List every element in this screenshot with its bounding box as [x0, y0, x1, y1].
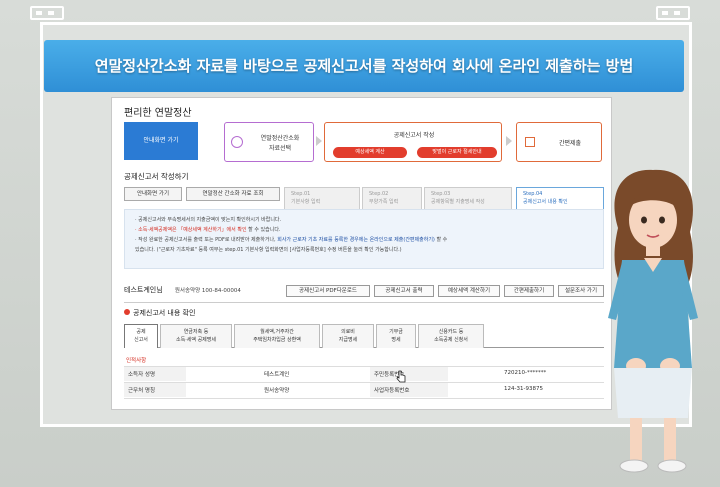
lookup-button[interactable]: 연말정산 간소화 자료 조회	[186, 187, 280, 201]
user-info: 테스트계인님 원서송약양 100-84-00004	[124, 285, 241, 295]
notice-line-3-blue: 회사가 근로자 기초 자료를 등록한 경우에는 온라인으로 제출(간편제출하기)	[277, 237, 435, 243]
step-label: 부양가족 입력	[369, 199, 399, 205]
flow-step-write[interactable]: 공제신고서 작성 예상세액 계산 맞벌이 근로자 절세안내	[324, 122, 502, 162]
step-tab-2[interactable]: Step.02 부양가족 입력	[362, 187, 422, 209]
personal-info-title: 인적사항	[126, 358, 147, 364]
cell-label: 소득자 성명	[124, 367, 186, 381]
notice-line-3-end: 할 수	[436, 237, 448, 243]
table-row	[124, 398, 604, 409]
step-num: Step.01	[291, 191, 311, 197]
check-icon	[231, 136, 243, 148]
app-title: 편리한 연말정산	[124, 108, 192, 119]
flow-step-select-line1: 연말정산간소화	[260, 135, 300, 142]
cell-value: 124-31-93875	[504, 386, 543, 392]
table-row: 근무처 명칭 원서송약양 사업자등록번호 124-31-93875	[124, 382, 604, 397]
flow-step-submit-title: 간편제출	[558, 140, 582, 147]
step-tab-3[interactable]: Step.03 공제항목별 지출명세 작성	[424, 187, 512, 209]
arrow-icon	[506, 136, 512, 146]
start-guide-button[interactable]: 안내화면 가기	[124, 122, 198, 160]
notice-line-2-red: · 소득·세액공제액은 「예상세액 계산하기」에서 확인	[135, 227, 247, 233]
section-title: 공제신고서 작성하기	[124, 172, 189, 181]
step-label: 공제항목별 지출명세 작성	[431, 199, 485, 205]
presenter-character	[608, 169, 698, 473]
confirm-title-text: 공제신고서 내용 확인	[133, 309, 196, 317]
flow-step-select[interactable]: 연말정산간소화 자료선택	[224, 122, 314, 162]
hand-cursor-icon	[396, 370, 406, 383]
cell-label: 사업자등록번호	[370, 383, 448, 397]
company-info: 원서송약양 100-84-00004	[174, 288, 241, 294]
tab-medical[interactable]: 의료비지급명세	[322, 324, 374, 348]
submit-icon	[525, 137, 535, 147]
notice-box: · 공제신고서와 부속명세서의 지출금액이 맞는지 확인하시기 바랍니다. · …	[124, 209, 604, 269]
tab-donation[interactable]: 기부금명세	[376, 324, 416, 348]
flow-step-write-title: 공제신고서 작성	[393, 132, 435, 139]
step-label: 공제신고서 내용 확인	[523, 199, 568, 205]
flow-step-submit[interactable]: 간편제출	[516, 122, 602, 162]
decor-corner-left	[30, 6, 64, 20]
guide-button[interactable]: 안내화면 가기	[124, 187, 182, 201]
cell-value: 원서송약양	[264, 388, 290, 394]
tab-credit-card[interactable]: 신용카드 등소득공제 신청서	[418, 324, 484, 348]
cell-label: 근무처 명칭	[124, 383, 186, 397]
tab-line: 명세	[391, 337, 401, 343]
step-num: Step.02	[369, 191, 389, 197]
tab-deduction-form[interactable]: 공제신고서	[124, 324, 158, 348]
tab-line: 지급명세	[338, 337, 358, 343]
estimate-tax-pill[interactable]: 예상세액 계산	[333, 147, 407, 158]
flow-step-select-line2: 자료선택	[268, 145, 292, 152]
tab-line: 신용카드 등	[438, 329, 464, 335]
print-button[interactable]: 공제신고서 출력	[374, 285, 434, 297]
tab-line: 주택임차차입금 상환액	[253, 337, 301, 343]
notice-line-2-rest: 할 수 있습니다.	[248, 227, 281, 233]
tab-line: 소득·세액 공제명세	[176, 337, 216, 343]
confirm-title: 공제신고서 내용 확인	[124, 308, 195, 318]
notice-line-3-start: · 작성 완료한 공제신고서를 출력 또는 PDF로 내려받아 제출하거나,	[135, 237, 276, 243]
tab-pension[interactable]: 연금저축 등소득·세액 공제명세	[160, 324, 232, 348]
notice-line-4: 있습니다. ("근로자 기초자료" 등록 여부는 step.01 기본사항 입력…	[135, 247, 402, 253]
arrow-icon	[316, 136, 322, 146]
detail-tabs: 공제신고서 연금저축 등소득·세액 공제명세 월세액,거주자간주택임차차입금 상…	[124, 324, 604, 348]
step-label: 기본사항 입력	[291, 199, 321, 205]
step-num: Step.03	[431, 191, 451, 197]
tab-line: 월세액,거주자간	[260, 329, 294, 335]
tab-line: 공제	[136, 329, 146, 335]
estimate-tax-button[interactable]: 예상세액 계산하기	[438, 285, 500, 297]
divider	[124, 302, 604, 303]
notice-line-1: · 공제신고서와 부속명세서의 지출금액이 맞는지 확인하시기 바랍니다.	[135, 217, 282, 223]
banner-title: 연말정산간소화 자료를 바탕으로 공제신고서를 작성하여 회사에 온라인 제출하…	[44, 40, 684, 92]
cell-label: 주민등록번호	[370, 367, 448, 381]
table-row: 소득자 성명 테스트계인 주민등록번호 720210-*******	[124, 366, 604, 381]
step-num: Step.04	[523, 191, 543, 197]
tab-line: 연금저축 등	[183, 329, 209, 335]
tab-rent[interactable]: 월세액,거주자간주택임차차입금 상환액	[234, 324, 320, 348]
tab-line: 기부금	[389, 329, 403, 335]
step-tab-4[interactable]: Step.04 공제신고서 내용 확인	[516, 187, 604, 209]
notice-line-3: · 작성 완료한 공제신고서를 출력 또는 PDF로 내려받아 제출하거나, 회…	[135, 236, 447, 243]
bullet-icon	[124, 309, 130, 315]
pdf-download-button[interactable]: 공제신고서 PDF다운로드	[286, 285, 370, 297]
tab-line: 소득공제 신청서	[434, 337, 468, 343]
dual-income-pill[interactable]: 맞벌이 근로자 절세안내	[417, 147, 497, 158]
cell-value: 720210-*******	[504, 370, 547, 376]
cell-value: 테스트계인	[264, 372, 290, 378]
tab-line: 신고서	[134, 337, 148, 343]
notice-line-2: · 소득·세액공제액은 「예상세액 계산하기」에서 확인 할 수 있습니다.	[135, 226, 281, 233]
app-screenshot: 편리한 연말정산 안내화면 가기 연말정산간소화 자료선택 공제신고서 작성 예…	[111, 97, 612, 410]
user-name: 테스트계인님	[124, 286, 163, 294]
tab-line: 의료비	[341, 329, 355, 335]
step-tab-1[interactable]: Step.01 기본사항 입력	[284, 187, 360, 209]
simple-submit-button[interactable]: 간편제출하기	[504, 285, 554, 297]
decor-corner-right	[656, 6, 690, 20]
